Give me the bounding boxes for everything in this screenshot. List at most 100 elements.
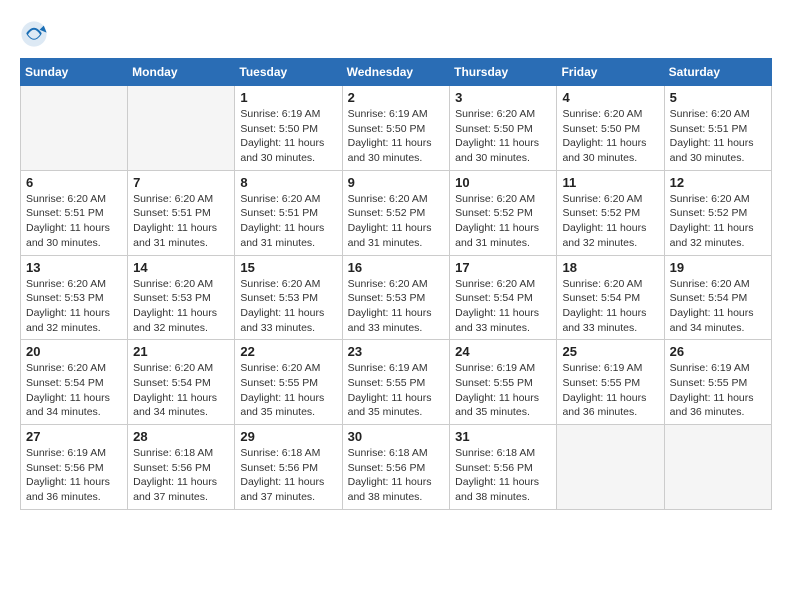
calendar-cell: 8 Sunrise: 6:20 AM Sunset: 5:51 PM Daylig… — [235, 170, 342, 255]
day-number: 2 — [348, 90, 445, 105]
day-info: Sunrise: 6:20 AM Sunset: 5:54 PM Dayligh… — [133, 361, 229, 420]
calendar-cell: 5 Sunrise: 6:20 AM Sunset: 5:51 PM Daylig… — [664, 86, 771, 171]
day-info: Sunrise: 6:19 AM Sunset: 5:55 PM Dayligh… — [348, 361, 445, 420]
day-info: Sunrise: 6:19 AM Sunset: 5:56 PM Dayligh… — [26, 446, 122, 505]
calendar-week-row: 13 Sunrise: 6:20 AM Sunset: 5:53 PM Dayli… — [21, 255, 772, 340]
logo-icon — [20, 20, 48, 48]
day-number: 14 — [133, 260, 229, 275]
calendar-cell: 19 Sunrise: 6:20 AM Sunset: 5:54 PM Dayli… — [664, 255, 771, 340]
weekday-header: Friday — [557, 59, 664, 86]
day-info: Sunrise: 6:19 AM Sunset: 5:50 PM Dayligh… — [240, 107, 336, 166]
day-number: 22 — [240, 344, 336, 359]
day-number: 21 — [133, 344, 229, 359]
calendar-cell: 18 Sunrise: 6:20 AM Sunset: 5:54 PM Dayli… — [557, 255, 664, 340]
calendar-cell: 26 Sunrise: 6:19 AM Sunset: 5:55 PM Dayli… — [664, 340, 771, 425]
calendar-cell: 21 Sunrise: 6:20 AM Sunset: 5:54 PM Dayli… — [128, 340, 235, 425]
day-number: 17 — [455, 260, 551, 275]
day-number: 30 — [348, 429, 445, 444]
day-info: Sunrise: 6:20 AM Sunset: 5:54 PM Dayligh… — [670, 277, 766, 336]
day-info: Sunrise: 6:20 AM Sunset: 5:51 PM Dayligh… — [240, 192, 336, 251]
logo — [20, 20, 53, 48]
day-number: 8 — [240, 175, 336, 190]
day-info: Sunrise: 6:20 AM Sunset: 5:53 PM Dayligh… — [240, 277, 336, 336]
day-number: 11 — [562, 175, 658, 190]
calendar-cell — [128, 86, 235, 171]
calendar-cell: 12Sunrise: 6:20 AM Sunset: 5:52 PM Dayli… — [664, 170, 771, 255]
calendar-week-row: 27 Sunrise: 6:19 AM Sunset: 5:56 PM Dayli… — [21, 425, 772, 510]
page-header — [20, 20, 772, 48]
calendar-cell: 14 Sunrise: 6:20 AM Sunset: 5:53 PM Dayli… — [128, 255, 235, 340]
day-number: 26 — [670, 344, 766, 359]
day-info: Sunrise: 6:20 AM Sunset: 5:50 PM Dayligh… — [455, 107, 551, 166]
day-info: Sunrise: 6:20 AM Sunset: 5:52 PM Dayligh… — [670, 192, 766, 251]
day-number: 10 — [455, 175, 551, 190]
day-info: Sunrise: 6:18 AM Sunset: 5:56 PM Dayligh… — [133, 446, 229, 505]
day-info: Sunrise: 6:20 AM Sunset: 5:51 PM Dayligh… — [26, 192, 122, 251]
day-info: Sunrise: 6:19 AM Sunset: 5:55 PM Dayligh… — [670, 361, 766, 420]
weekday-header: Sunday — [21, 59, 128, 86]
day-info: Sunrise: 6:18 AM Sunset: 5:56 PM Dayligh… — [240, 446, 336, 505]
calendar-cell: 31 Sunrise: 6:18 AM Sunset: 5:56 PM Dayli… — [450, 425, 557, 510]
day-info: Sunrise: 6:20 AM Sunset: 5:51 PM Dayligh… — [670, 107, 766, 166]
day-info: Sunrise: 6:18 AM Sunset: 5:56 PM Dayligh… — [455, 446, 551, 505]
day-info: Sunrise: 6:20 AM Sunset: 5:54 PM Dayligh… — [455, 277, 551, 336]
day-info: Sunrise: 6:19 AM Sunset: 5:55 PM Dayligh… — [455, 361, 551, 420]
day-number: 13 — [26, 260, 122, 275]
day-number: 16 — [348, 260, 445, 275]
weekday-header-row: SundayMondayTuesdayWednesdayThursdayFrid… — [21, 59, 772, 86]
day-number: 7 — [133, 175, 229, 190]
day-number: 5 — [670, 90, 766, 105]
day-number: 4 — [562, 90, 658, 105]
weekday-header: Saturday — [664, 59, 771, 86]
day-number: 20 — [26, 344, 122, 359]
day-info: Sunrise: 6:19 AM Sunset: 5:55 PM Dayligh… — [562, 361, 658, 420]
day-number: 3 — [455, 90, 551, 105]
calendar-cell: 20 Sunrise: 6:20 AM Sunset: 5:54 PM Dayli… — [21, 340, 128, 425]
weekday-header: Tuesday — [235, 59, 342, 86]
day-number: 31 — [455, 429, 551, 444]
day-number: 28 — [133, 429, 229, 444]
calendar-cell — [21, 86, 128, 171]
calendar-cell: 2Sunrise: 6:19 AM Sunset: 5:50 PM Daylig… — [342, 86, 450, 171]
day-number: 19 — [670, 260, 766, 275]
day-info: Sunrise: 6:20 AM Sunset: 5:52 PM Dayligh… — [562, 192, 658, 251]
day-info: Sunrise: 6:20 AM Sunset: 5:51 PM Dayligh… — [133, 192, 229, 251]
day-info: Sunrise: 6:20 AM Sunset: 5:52 PM Dayligh… — [455, 192, 551, 251]
calendar-cell: 25 Sunrise: 6:19 AM Sunset: 5:55 PM Dayli… — [557, 340, 664, 425]
day-number: 15 — [240, 260, 336, 275]
calendar-cell: 17 Sunrise: 6:20 AM Sunset: 5:54 PM Dayli… — [450, 255, 557, 340]
calendar-week-row: 6Sunrise: 6:20 AM Sunset: 5:51 PM Daylig… — [21, 170, 772, 255]
weekday-header: Wednesday — [342, 59, 450, 86]
day-info: Sunrise: 6:20 AM Sunset: 5:54 PM Dayligh… — [562, 277, 658, 336]
day-number: 18 — [562, 260, 658, 275]
day-info: Sunrise: 6:20 AM Sunset: 5:50 PM Dayligh… — [562, 107, 658, 166]
calendar-cell: 6Sunrise: 6:20 AM Sunset: 5:51 PM Daylig… — [21, 170, 128, 255]
calendar-week-row: 20 Sunrise: 6:20 AM Sunset: 5:54 PM Dayli… — [21, 340, 772, 425]
calendar-cell: 4 Sunrise: 6:20 AM Sunset: 5:50 PM Daylig… — [557, 86, 664, 171]
day-number: 1 — [240, 90, 336, 105]
calendar-cell: 1 Sunrise: 6:19 AM Sunset: 5:50 PM Daylig… — [235, 86, 342, 171]
day-info: Sunrise: 6:20 AM Sunset: 5:53 PM Dayligh… — [26, 277, 122, 336]
calendar-cell: 13 Sunrise: 6:20 AM Sunset: 5:53 PM Dayli… — [21, 255, 128, 340]
day-number: 27 — [26, 429, 122, 444]
day-info: Sunrise: 6:20 AM Sunset: 5:55 PM Dayligh… — [240, 361, 336, 420]
calendar-cell: 3 Sunrise: 6:20 AM Sunset: 5:50 PM Daylig… — [450, 86, 557, 171]
calendar-cell: 9 Sunrise: 6:20 AM Sunset: 5:52 PM Daylig… — [342, 170, 450, 255]
day-number: 29 — [240, 429, 336, 444]
day-number: 25 — [562, 344, 658, 359]
day-info: Sunrise: 6:20 AM Sunset: 5:52 PM Dayligh… — [348, 192, 445, 251]
calendar-cell: 7 Sunrise: 6:20 AM Sunset: 5:51 PM Daylig… — [128, 170, 235, 255]
calendar-cell: 28 Sunrise: 6:18 AM Sunset: 5:56 PM Dayli… — [128, 425, 235, 510]
day-info: Sunrise: 6:18 AM Sunset: 5:56 PM Dayligh… — [348, 446, 445, 505]
weekday-header: Monday — [128, 59, 235, 86]
calendar-cell: 27 Sunrise: 6:19 AM Sunset: 5:56 PM Dayli… — [21, 425, 128, 510]
calendar-cell: 15 Sunrise: 6:20 AM Sunset: 5:53 PM Dayli… — [235, 255, 342, 340]
day-info: Sunrise: 6:20 AM Sunset: 5:53 PM Dayligh… — [133, 277, 229, 336]
calendar-week-row: 1 Sunrise: 6:19 AM Sunset: 5:50 PM Daylig… — [21, 86, 772, 171]
calendar-cell: 22 Sunrise: 6:20 AM Sunset: 5:55 PM Dayli… — [235, 340, 342, 425]
calendar-cell: 10 Sunrise: 6:20 AM Sunset: 5:52 PM Dayli… — [450, 170, 557, 255]
day-number: 9 — [348, 175, 445, 190]
weekday-header: Thursday — [450, 59, 557, 86]
day-info: Sunrise: 6:20 AM Sunset: 5:54 PM Dayligh… — [26, 361, 122, 420]
day-number: 23 — [348, 344, 445, 359]
